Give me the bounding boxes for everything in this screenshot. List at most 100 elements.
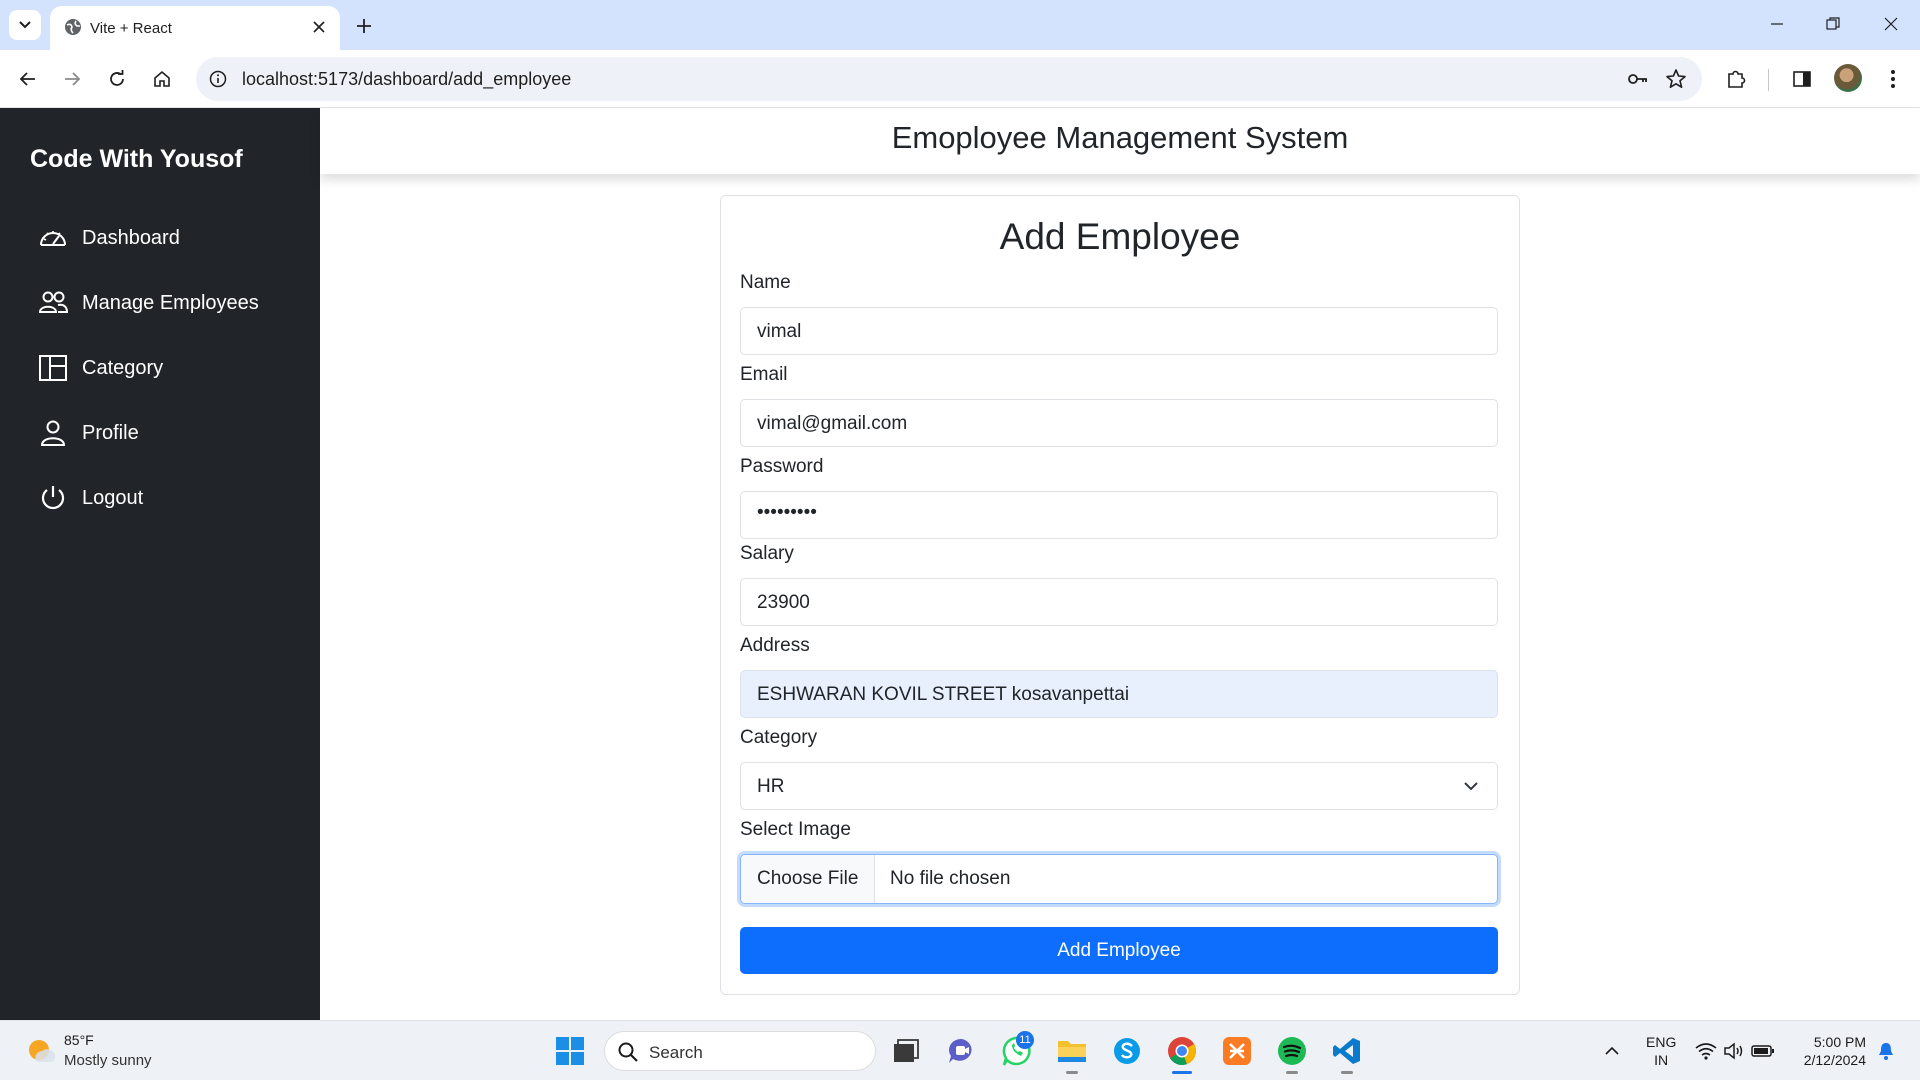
address-label: Address [740,635,810,656]
reload-icon [110,70,124,86]
address-bar[interactable]: localhost:5173/dashboard/add_employee [196,57,1702,101]
notifications-button[interactable] [1870,1035,1902,1067]
search-icon [618,1042,638,1062]
teams-chat-button[interactable] [946,1035,978,1067]
browser-menu-button[interactable] [1877,63,1909,95]
puzzle-icon [1728,70,1746,88]
app-header: Emoployee Management System [320,108,1920,174]
minimize-icon [1771,23,1783,25]
brand-title[interactable]: Code With Yousof [30,145,243,174]
reload-button[interactable] [101,63,133,95]
address-value: ESHWARAN KOVIL STREET kosavanpettai [757,684,1130,705]
site-info-button[interactable] [206,67,230,91]
forward-button[interactable] [56,63,88,95]
salary-field[interactable]: 23900 [740,578,1498,626]
salary-value: 23900 [757,592,810,613]
vscode-icon [1333,1038,1360,1064]
sidebar-item-label: Category [82,356,164,379]
person-icon [40,420,66,446]
file-status: No file chosen [890,868,1011,889]
home-button[interactable] [146,63,178,95]
active-indicator [1172,1071,1192,1074]
tab-search-button[interactable] [9,10,41,40]
new-tab-button[interactable] [350,12,378,40]
plus-icon [357,19,371,33]
taskbar-search[interactable]: Search [604,1031,876,1071]
back-button[interactable] [12,63,44,95]
sidebar-item-dashboard[interactable]: Dashboard [38,218,180,258]
add-employee-button[interactable]: Add Employee [740,927,1498,974]
weather-sunny-icon[interactable] [26,1037,56,1065]
wifi-icon [1695,1043,1717,1060]
sidebar-item-logout[interactable]: Logout [38,478,143,518]
sidebar-item-category[interactable]: Category [38,348,163,388]
chevron-down-icon [19,21,31,29]
sidebar-item-label: Logout [82,486,144,509]
name-field[interactable]: vimal [740,307,1498,355]
sidebar: Code With Yousof Dashboard Manage Employ… [0,108,320,1020]
name-value: vimal [757,321,802,342]
language-indicator[interactable]: ENG IN [1646,1033,1676,1069]
restore-icon [1826,17,1840,30]
category-select[interactable]: HR [740,762,1498,810]
image-file-input[interactable]: Choose File No file chosen [740,854,1498,904]
email-value: vimal@gmail.com [757,413,908,434]
show-hidden-icons-button[interactable] [1596,1035,1628,1067]
clock-date: 2/12/2024 [1803,1052,1866,1068]
xampp-button[interactable] [1221,1035,1253,1067]
chrome-button[interactable] [1166,1035,1198,1067]
chevron-down-icon [1464,782,1478,791]
running-indicator [1066,1071,1078,1074]
taskbar: 85°F Mostly sunny Search 11 ENG IN 5:00 … [0,1020,1920,1080]
task-view-icon [894,1039,919,1062]
sidebar-item-label: Manage Employees [82,291,259,314]
key-icon[interactable] [1626,67,1650,91]
close-window-button[interactable] [1868,8,1914,40]
system-tray-quick-settings[interactable] [1690,1035,1780,1067]
running-indicator [1286,1071,1298,1074]
form-title: Add Employee [999,216,1241,257]
sidebar-item-label: Profile [82,421,139,444]
sidebar-item-label: Dashboard [82,226,180,249]
restore-button[interactable] [1810,8,1856,40]
file-explorer-button[interactable] [1056,1035,1088,1067]
sidebar-item-profile[interactable]: Profile [38,413,139,453]
close-icon [313,21,325,33]
browser-toolbar: localhost:5173/dashboard/add_employee [0,50,1920,108]
browser-tab[interactable]: Vite + React [50,6,340,50]
toolbar-divider [1768,69,1769,91]
arrow-left-icon [19,72,35,86]
spotify-button[interactable] [1276,1035,1308,1067]
email-field[interactable]: vimal@gmail.com [740,399,1498,447]
category-value: HR [757,776,785,797]
url-text: localhost:5173/dashboard/add_employee [242,69,572,89]
password-field[interactable]: ••••••••• [740,491,1498,539]
star-icon[interactable] [1664,67,1688,91]
task-view-button[interactable] [890,1035,922,1067]
search-placeholder: Search [649,1043,703,1062]
columns-icon [39,355,67,381]
arrow-right-icon [65,72,81,86]
name-label: Name [740,272,791,293]
browser-tab-strip: Vite + React [0,0,1920,50]
clock[interactable]: 5:00 PM 2/12/2024 [1786,1033,1866,1069]
power-icon [41,486,65,510]
choose-file-button[interactable]: Choose File [741,855,875,903]
start-button[interactable] [554,1035,586,1067]
side-panel-button[interactable] [1786,63,1818,95]
whatsapp-badge: 11 [1016,1031,1034,1049]
speedometer-icon [40,231,66,246]
minimize-button[interactable] [1754,8,1800,40]
spotify-icon [1278,1037,1306,1065]
sidebar-item-manage-employees[interactable]: Manage Employees [38,283,259,323]
profile-avatar[interactable] [1834,64,1862,92]
extensions-button[interactable] [1720,63,1752,95]
page-title: Emoployee Management System [891,120,1349,155]
close-tab-button[interactable] [308,16,330,38]
more-vertical-icon [1891,70,1895,88]
close-icon [1884,17,1898,31]
skype-button[interactable] [1111,1035,1143,1067]
chat-icon [949,1038,972,1063]
vscode-button[interactable] [1331,1035,1363,1067]
address-field[interactable]: ESHWARAN KOVIL STREET kosavanpettai [740,670,1498,718]
